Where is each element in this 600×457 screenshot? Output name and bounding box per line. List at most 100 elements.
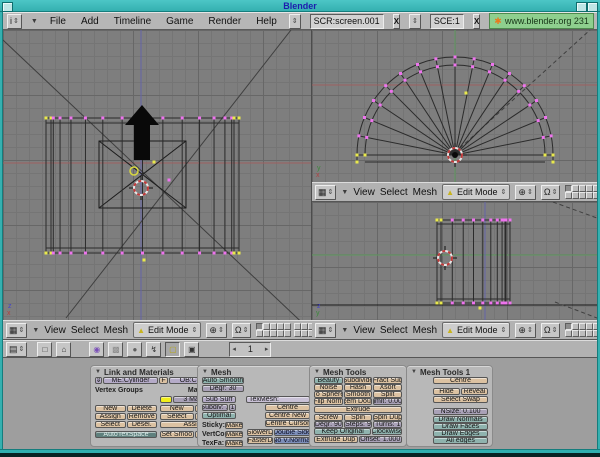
no-vnormal-toggle[interactable]: No V.Normal xyxy=(274,437,310,444)
reveal-button[interactable]: Reveal xyxy=(461,388,488,395)
rotation-pivot-button[interactable]: Ω ⇕ xyxy=(541,323,561,338)
mode-dropdown[interactable]: ▲ Edit Mode ⇕ xyxy=(133,322,201,338)
spin-turns-field[interactable]: Turns: 1 xyxy=(373,421,402,428)
beauty-toggle[interactable]: Beauty xyxy=(314,377,343,384)
select-swap-button[interactable]: Select Swap xyxy=(433,396,488,403)
rotation-pivot-button[interactable]: Ω ⇕ xyxy=(541,185,561,200)
screen-browse-button[interactable]: ⇕ xyxy=(289,14,301,29)
window-menu-icon[interactable] xyxy=(2,2,13,12)
degr-field[interactable]: Degr: 30 xyxy=(202,385,244,392)
layer-toggle[interactable] xyxy=(572,185,579,192)
layer-toggle[interactable] xyxy=(572,192,579,199)
layer-toggle[interactable] xyxy=(256,323,263,330)
screen-close-button[interactable]: X xyxy=(393,14,400,29)
viewport-type-button[interactable]: ▦ ⇕ xyxy=(6,323,27,338)
texmesh-field[interactable]: TexMesh: xyxy=(246,396,310,403)
screen-selector[interactable]: SCR:screen.001 xyxy=(310,14,384,29)
spin-steps-field[interactable]: Steps: 9 xyxy=(344,421,373,428)
subdiv-render-field[interactable]: 1 xyxy=(229,404,236,411)
layer-toggle[interactable] xyxy=(586,330,593,337)
layer-toggle[interactable] xyxy=(277,323,284,330)
maximize-icon[interactable] xyxy=(587,2,598,12)
layer-toggle[interactable] xyxy=(301,330,308,337)
menu-game[interactable]: Game xyxy=(163,16,196,27)
fasterdraw-button[interactable]: FasterD xyxy=(247,437,273,444)
spin-dup-button[interactable]: Spin Dup xyxy=(373,414,402,421)
draw-type-button[interactable]: ⊕ ⇕ xyxy=(206,323,226,338)
layer-toggle[interactable] xyxy=(593,330,597,337)
extrude-dup-button[interactable]: Extrude Dup xyxy=(314,436,358,443)
header-collapse-icon[interactable]: ▼ xyxy=(341,327,348,334)
fullscreen-button[interactable]: □ xyxy=(37,342,52,357)
limit-field[interactable]: Limit: 0.001 xyxy=(373,398,402,405)
menu-view[interactable]: View xyxy=(353,325,375,336)
viewport-type-button[interactable]: ▦ ⇕ xyxy=(315,323,336,338)
split-button[interactable]: Split xyxy=(373,391,402,398)
menu-timeline[interactable]: Timeline xyxy=(111,16,154,27)
mode-dropdown[interactable]: ▲ Edit Mode ⇕ xyxy=(442,322,510,338)
minimize-icon[interactable] xyxy=(576,2,587,12)
layer-toggle[interactable] xyxy=(579,185,586,192)
vgroup-new-button[interactable]: New xyxy=(95,405,126,412)
menu-view[interactable]: View xyxy=(353,187,375,198)
draw-type-button[interactable]: ⊕ ⇕ xyxy=(515,323,535,338)
flip-norm-button[interactable]: Flip Norm xyxy=(314,398,343,405)
viewport-type-button[interactable]: ▦ ⇕ xyxy=(315,185,336,200)
prev-frame-icon[interactable]: ◂ xyxy=(232,346,236,353)
menu-select[interactable]: Select xyxy=(380,187,408,198)
layer-toggle[interactable] xyxy=(256,330,263,337)
layer-toggle[interactable] xyxy=(593,192,597,199)
layer-toggle[interactable] xyxy=(586,185,593,192)
rotation-pivot-button[interactable]: Ω ⇕ xyxy=(232,323,252,338)
smooth-button[interactable]: Smooth xyxy=(344,391,373,398)
home-button[interactable]: ⌂ xyxy=(56,342,71,357)
layer-toggle[interactable] xyxy=(565,323,572,330)
edit-buttons-icon[interactable]: ▢ xyxy=(165,342,180,357)
fract-sub-button[interactable]: Fract Sub xyxy=(373,377,402,384)
centre-button[interactable]: Centre xyxy=(433,377,488,384)
lamp-buttons-icon[interactable]: ◉ xyxy=(89,342,104,357)
sub-surf-button[interactable]: Sub Surf xyxy=(202,396,236,403)
sticky-make-button[interactable]: Make xyxy=(225,422,243,429)
scene-selector[interactable]: SCE:1 xyxy=(430,14,464,29)
layer-toggle[interactable] xyxy=(565,192,572,199)
draw-type-button[interactable]: ⊕ ⇕ xyxy=(515,185,535,200)
panel-header[interactable]: ▼ Mesh Tools 1 xyxy=(411,367,488,377)
header-collapse-icon[interactable]: ▼ xyxy=(32,327,39,334)
layer-toggle[interactable] xyxy=(572,330,579,337)
menu-mesh[interactable]: Mesh xyxy=(413,325,437,336)
layer-toggle[interactable] xyxy=(579,323,586,330)
optimal-button[interactable]: Optimal xyxy=(202,412,236,419)
draw-normals-toggle[interactable]: Draw Normals xyxy=(433,416,488,423)
keep-original-toggle[interactable]: Keep Original xyxy=(314,428,371,435)
mode-dropdown[interactable]: ▲ Edit Mode ⇕ xyxy=(442,184,510,200)
layer-toggle[interactable] xyxy=(270,330,277,337)
viewport-side[interactable]: z y xyxy=(312,202,597,320)
layer-toggle[interactable] xyxy=(593,323,597,330)
menu-select[interactable]: Select xyxy=(380,325,408,336)
menu-view[interactable]: View xyxy=(44,325,66,336)
frame-counter[interactable]: ◂ 1 ▸ xyxy=(229,342,271,357)
layer-toggle[interactable] xyxy=(263,330,270,337)
viewport-top[interactable]: y x xyxy=(312,30,597,182)
menu-add[interactable]: Add xyxy=(78,16,102,27)
set-smooth-button[interactable]: Set Smoo xyxy=(160,431,194,438)
rem-doubles-button[interactable]: Rem Doub xyxy=(344,398,373,405)
layer-toggle[interactable] xyxy=(565,185,572,192)
menu-file[interactable]: File xyxy=(47,16,69,27)
mesh-browse-button[interactable]: ⇕ xyxy=(95,377,102,384)
draw-faces-toggle[interactable]: Draw Faces xyxy=(433,423,488,430)
hide-button[interactable]: Hide xyxy=(433,388,460,395)
layer-toggle[interactable] xyxy=(263,323,270,330)
viewport-front[interactable]: z x xyxy=(3,30,312,320)
layer-toggle[interactable] xyxy=(270,323,277,330)
draw-edges-toggle[interactable]: Draw Edges xyxy=(433,430,488,437)
centre-cursor-button[interactable]: Centre Cursor xyxy=(265,420,310,427)
panel-header[interactable]: ▼ Mesh xyxy=(202,367,308,377)
material-new-button[interactable]: New xyxy=(160,405,194,412)
spin-degr-field[interactable]: Degr: 90 xyxy=(314,421,343,428)
realtime-buttons-icon[interactable]: ↯ xyxy=(146,342,161,357)
noise-button[interactable]: Noise xyxy=(314,384,343,391)
all-edges-toggle[interactable]: All edges xyxy=(433,437,488,444)
menu-mesh[interactable]: Mesh xyxy=(104,325,128,336)
